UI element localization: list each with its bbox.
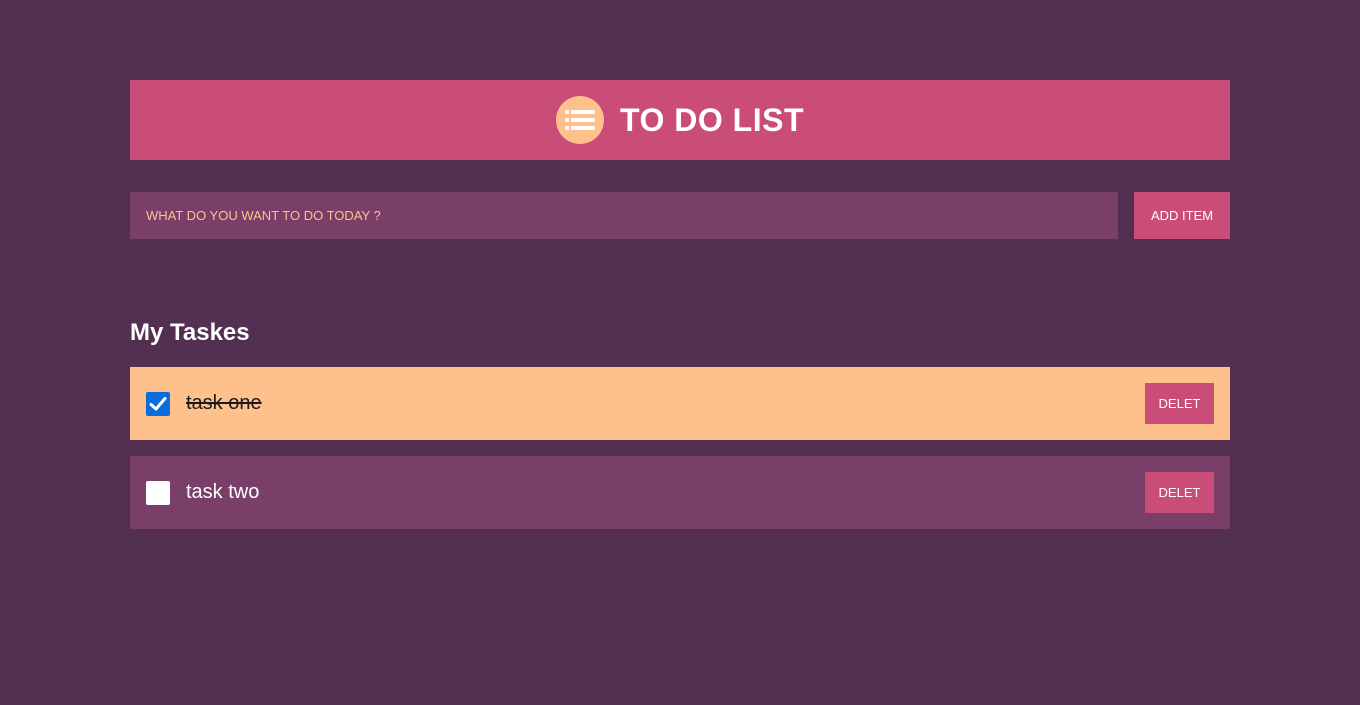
delete-button[interactable]: DELET — [1145, 472, 1214, 513]
task-label: task two — [186, 481, 260, 503]
checkmark-icon — [149, 396, 167, 410]
task-list: task one DELET task two DELET — [130, 367, 1230, 529]
task-checkbox[interactable] — [146, 480, 170, 505]
list-icon — [556, 96, 605, 144]
tasks-section-title: My Taskes — [130, 319, 250, 346]
add-item-button[interactable]: ADD ITEM — [1134, 192, 1230, 239]
todo-app: TO DO LIST ADD ITEM My Taskes task one D… — [130, 80, 1230, 545]
app-header: TO DO LIST — [130, 80, 1230, 160]
app-title: TO DO LIST — [620, 101, 804, 138]
task-checkbox[interactable] — [146, 391, 170, 416]
delete-button[interactable]: DELET — [1145, 383, 1214, 424]
task-label: task one — [186, 392, 262, 414]
task-item: task two DELET — [130, 456, 1230, 529]
add-task-form: ADD ITEM — [130, 192, 1230, 239]
task-input[interactable] — [130, 192, 1118, 239]
task-item: task one DELET — [130, 367, 1230, 440]
